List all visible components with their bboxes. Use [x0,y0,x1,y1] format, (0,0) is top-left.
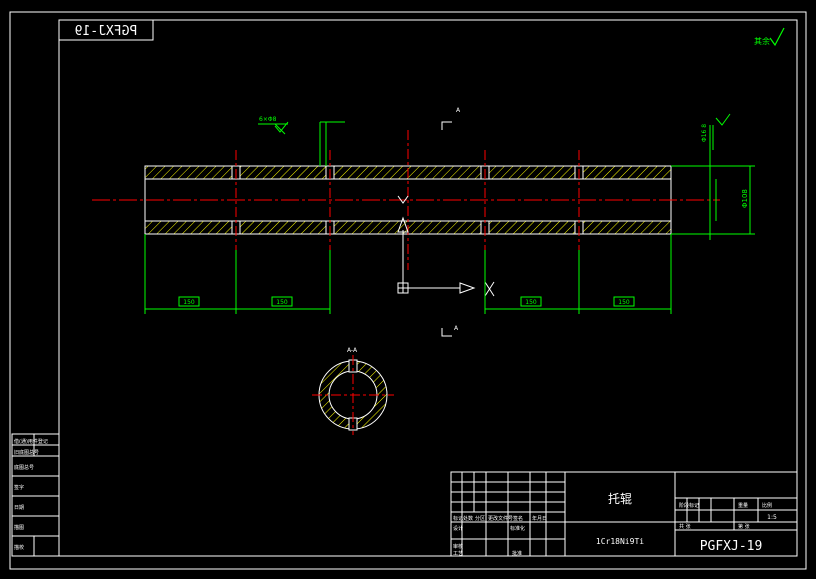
outer-diameter-label: Φ108 [741,189,749,208]
section-label-bottom: A [454,325,459,332]
tb-label-approve: 批准 [512,550,522,557]
cad-drawing-canvas: PGFXJ-19 其余 Φ108 Φ16 8 6×Φ8 A A 150 150 … [9,11,807,570]
tb-label-design: 设计 [453,525,463,532]
left-row-6: 描校 [14,544,24,551]
tb-label-standard: 标准化 [510,525,525,532]
hole-callout-text: 6×Φ8 [259,116,277,123]
scale-value: 1:5 [767,514,777,521]
tb-label-sheet-no: 第 张 [738,523,750,530]
roughness-check-icon [769,27,785,47]
left-block-labels: 借(通)用件登记 旧底图总号 底图总号 签字 日期 描图 描校 [14,438,48,551]
part-name: 托辊 [608,492,632,506]
part-number: PGFXJ-19 [700,539,763,554]
dim-bottom-3: 150 [525,299,537,306]
right-leader-text: Φ16 8 [701,124,708,142]
tb-label-process: 工艺 [453,551,463,557]
dim-bottom-2: 150 [276,299,288,306]
tb-label-weight: 重量 [738,502,748,509]
section-label-top: A [456,107,461,114]
tb-label-stage: 阶段标记 [679,502,699,509]
tb-label-zone: 分区 [475,515,485,522]
tb-label-total-sheets: 共 张 [679,523,691,530]
hole-callout-leader [258,121,345,166]
mirrored-drawing-number: PGFXJ-19 [75,24,138,39]
tb-label-date: 年月日 [532,515,547,522]
tb-label-scale: 比例 [762,502,772,509]
tb-label-count: 处数 [463,515,473,522]
tube-main-view [92,130,720,270]
left-row-5: 描图 [14,524,24,531]
left-row-0: 借(通)用件登记 [14,438,48,445]
mirrored-drawing-number-box: PGFXJ-19 [58,19,154,41]
section-cut-marker-top [441,121,452,130]
dim-bottom-4: 150 [618,299,630,306]
roughness-note-text: 其余 [754,36,770,46]
general-roughness-note: 其余 [754,27,785,47]
tb-label-change-doc: 更改文件号 [488,515,513,522]
tb-label-mark: 标记 [453,515,463,522]
section-view-title: A-A [347,347,358,354]
left-row-3: 签字 [14,484,24,491]
tb-label-sign: 签名 [513,515,523,522]
left-row-4: 日期 [14,505,24,511]
right-leader-annotation [709,113,731,150]
left-row-1: 旧底图总号 [14,449,39,456]
ucs-axis-icon [397,195,495,297]
left-row-2: 底图总号 [14,464,34,471]
material: 1Cr18Ni9Ti [596,537,644,546]
section-cut-marker-bottom [441,328,452,337]
dim-bottom-1: 150 [183,299,195,306]
tb-label-review: 审核 [453,543,463,550]
section-view-a-a: A-A [312,347,394,435]
